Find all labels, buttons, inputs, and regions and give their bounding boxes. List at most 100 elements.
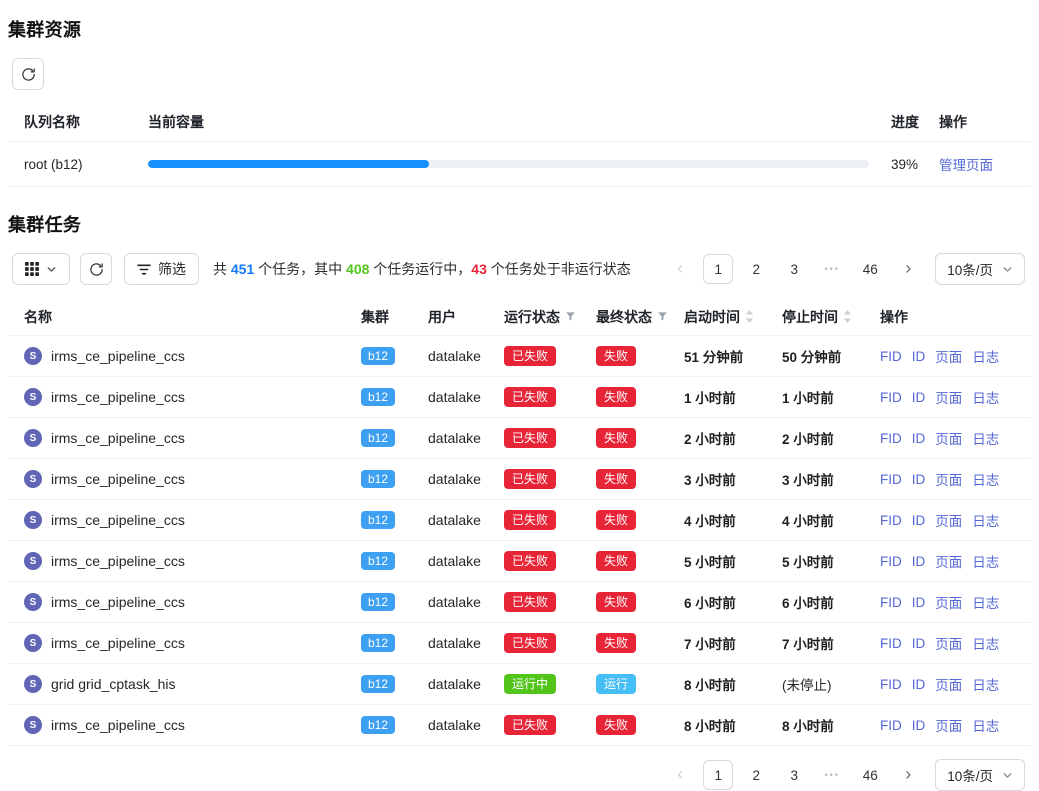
task-action-link[interactable]: 页面 [935, 346, 962, 366]
task-action-link[interactable]: ID [912, 431, 926, 446]
task-action-link[interactable]: ID [912, 472, 926, 487]
refresh-icon [89, 262, 104, 277]
task-action-link[interactable]: 页面 [935, 674, 962, 694]
total-count: 451 [231, 261, 254, 277]
task-action-link[interactable]: ID [912, 513, 926, 528]
task-action-link[interactable]: 日志 [972, 469, 999, 489]
task-action-link[interactable]: 页面 [935, 715, 962, 735]
task-action-link[interactable]: 页面 [935, 592, 962, 612]
final-status-badge: 失败 [596, 387, 636, 407]
task-actions-cell: FID ID 页面日志 [864, 428, 1031, 448]
pagination-page-1[interactable]: 1 [703, 254, 733, 284]
pagination-next[interactable]: › [893, 254, 923, 284]
task-action-link[interactable]: ID [912, 718, 926, 733]
filter-funnel-icon[interactable] [565, 311, 576, 322]
task-name-cell: S irms_ce_pipeline_ccs [8, 716, 345, 734]
pagination-page-2[interactable]: 2 [741, 760, 771, 790]
page-size-select[interactable]: 10条/页 [935, 253, 1025, 285]
summary-text: 个任务运行中， [369, 261, 471, 277]
task-action-link[interactable]: 页面 [935, 510, 962, 530]
resources-refresh-button[interactable] [12, 58, 44, 90]
task-action-link[interactable]: FID [880, 513, 902, 528]
task-action-link[interactable]: 日志 [972, 674, 999, 694]
cluster-badge: b12 [361, 675, 395, 693]
task-action-link[interactable]: FID [880, 431, 902, 446]
queue-name: root (b12) [8, 157, 148, 172]
task-action-link[interactable]: FID [880, 677, 902, 692]
task-action-link[interactable]: ID [912, 677, 926, 692]
task-action-link[interactable]: FID [880, 349, 902, 364]
sorter-icon[interactable] [843, 310, 852, 323]
pagination-page-46[interactable]: 46 [855, 760, 885, 790]
pagination-page-2[interactable]: 2 [741, 254, 771, 284]
layout-select-button[interactable] [12, 253, 70, 285]
task-name: irms_ce_pipeline_ccs [51, 348, 185, 364]
filter-funnel-icon[interactable] [657, 311, 668, 322]
cluster-badge: b12 [361, 511, 395, 529]
task-action-link[interactable]: FID [880, 472, 902, 487]
task-action-link[interactable]: 日志 [972, 428, 999, 448]
start-time: 5 小时前 [684, 551, 736, 571]
manage-page-link[interactable]: 管理页面 [939, 158, 993, 173]
task-action-link[interactable]: FID [880, 390, 902, 405]
task-action-link[interactable]: 日志 [972, 551, 999, 571]
task-table-row: S grid grid_cptask_his b12 datalake 运行中 … [8, 664, 1031, 705]
task-action-link[interactable]: ID [912, 636, 926, 651]
task-action-link[interactable]: 日志 [972, 387, 999, 407]
task-type-avatar: S [24, 347, 42, 365]
stop-time: 4 小时前 [782, 510, 834, 530]
pagination-prev[interactable]: ‹ [665, 254, 695, 284]
progress-value: 39% [877, 157, 939, 172]
task-action-link[interactable]: ID [912, 349, 926, 364]
chevron-down-icon [46, 264, 57, 275]
task-action-link[interactable]: 页面 [935, 469, 962, 489]
task-name-cell: S irms_ce_pipeline_ccs [8, 552, 345, 570]
cluster-resources-section: 集群资源 队列名称 当前容量 进度 操作 root (b12) 39% [8, 16, 1031, 187]
task-action-link[interactable]: ID [912, 554, 926, 569]
task-action-link[interactable]: 日志 [972, 510, 999, 530]
page: 集群资源 队列名称 当前容量 进度 操作 root (b12) 39% [0, 0, 1039, 791]
task-action-link[interactable]: 日志 [972, 592, 999, 612]
task-action-link[interactable]: ID [912, 595, 926, 610]
task-action-link[interactable]: 日志 [972, 633, 999, 653]
col-progress: 进度 [877, 112, 939, 132]
task-action-link[interactable]: ID [912, 390, 926, 405]
final-status-badge: 失败 [596, 469, 636, 489]
pagination-prev[interactable]: ‹ [665, 760, 695, 790]
cluster-badge: b12 [361, 429, 395, 447]
task-name-cell: S irms_ce_pipeline_ccs [8, 593, 345, 611]
task-action-link[interactable]: FID [880, 636, 902, 651]
task-action-link[interactable]: 日志 [972, 715, 999, 735]
page-size-select[interactable]: 10条/页 [935, 759, 1025, 791]
cluster-badge: b12 [361, 634, 395, 652]
col-user: 用户 [412, 307, 488, 327]
task-table-row: S irms_ce_pipeline_ccs b12 datalake 已失败 … [8, 459, 1031, 500]
task-table-row: S irms_ce_pipeline_ccs b12 datalake 已失败 … [8, 705, 1031, 746]
start-time: 51 分钟前 [684, 346, 743, 366]
stop-time: 50 分钟前 [782, 346, 841, 366]
running-count: 408 [346, 261, 369, 277]
pagination-page-3[interactable]: 3 [779, 254, 809, 284]
task-action-link[interactable]: 页面 [935, 633, 962, 653]
pagination-page-1[interactable]: 1 [703, 760, 733, 790]
pagination-page-3[interactable]: 3 [779, 760, 809, 790]
tasks-refresh-button[interactable] [80, 253, 112, 285]
task-action-link[interactable]: 页面 [935, 551, 962, 571]
pagination-next[interactable]: › [893, 760, 923, 790]
grid-icon [25, 262, 39, 276]
cluster-badge: b12 [361, 347, 395, 365]
task-user: datalake [428, 348, 481, 364]
filter-button[interactable]: 筛选 [124, 253, 199, 285]
task-action-link[interactable]: 页面 [935, 387, 962, 407]
task-action-link[interactable]: FID [880, 718, 902, 733]
start-time: 2 小时前 [684, 428, 736, 448]
sorter-icon[interactable] [745, 310, 754, 323]
task-action-link[interactable]: 页面 [935, 428, 962, 448]
task-action-link[interactable]: 日志 [972, 346, 999, 366]
task-action-link[interactable]: FID [880, 554, 902, 569]
task-table-row: S irms_ce_pipeline_ccs b12 datalake 已失败 … [8, 377, 1031, 418]
pagination-page-46[interactable]: 46 [855, 254, 885, 284]
task-name-cell: S grid grid_cptask_his [8, 675, 345, 693]
task-user: datalake [428, 594, 481, 610]
task-action-link[interactable]: FID [880, 595, 902, 610]
